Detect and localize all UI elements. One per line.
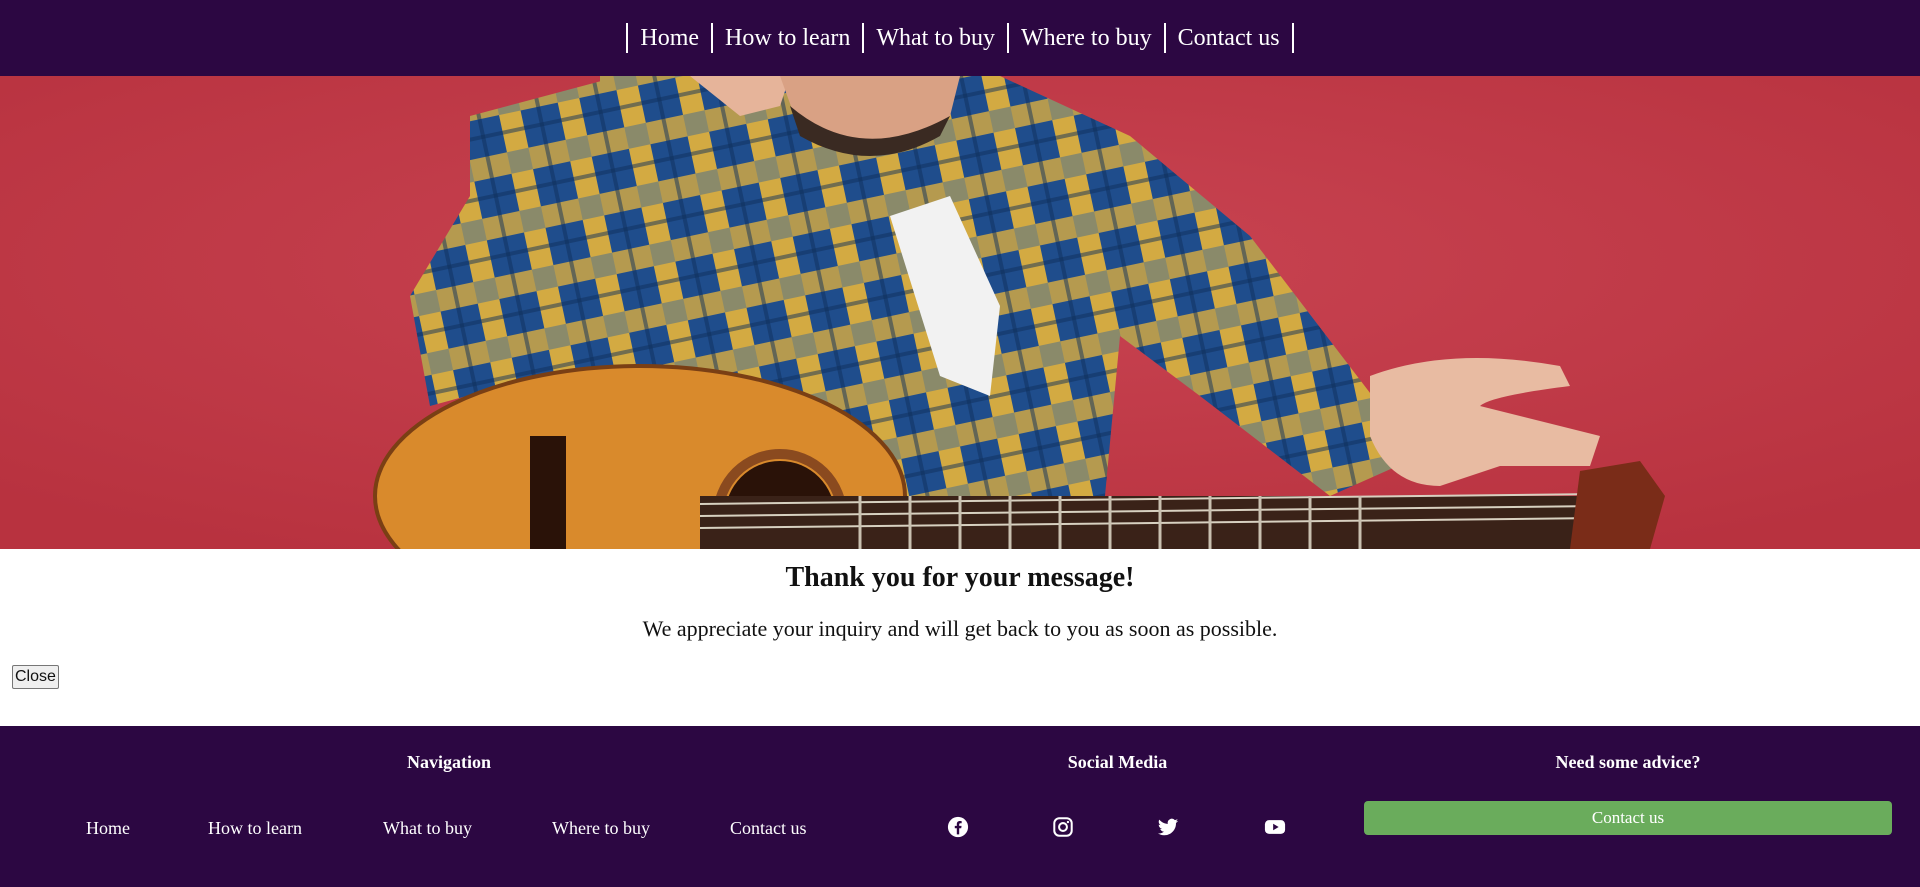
instagram-icon[interactable] bbox=[1052, 816, 1074, 838]
hero-image bbox=[0, 76, 1920, 549]
top-nav-link-where-to-buy[interactable]: Where to buy bbox=[1021, 25, 1152, 52]
top-nav-link-home[interactable]: Home bbox=[640, 25, 699, 52]
footer-navigation-title: Navigation bbox=[406, 752, 491, 772]
facebook-icon[interactable] bbox=[947, 816, 969, 838]
top-nav-link-what-to-buy[interactable]: What to buy bbox=[876, 25, 995, 52]
footer-social-title: Social Media bbox=[1067, 752, 1168, 772]
footer-advice-title: Need some advice? bbox=[1555, 752, 1701, 772]
youtube-icon[interactable] bbox=[1264, 816, 1286, 838]
top-nav-item-how-to-learn: How to learn bbox=[711, 23, 862, 53]
top-navigation: Home How to learn What to buy Where to b… bbox=[0, 0, 1920, 76]
top-nav-item-home: Home bbox=[626, 23, 711, 53]
social-icons bbox=[0, 816, 1364, 846]
thank-you-text: We appreciate your inquiry and will get … bbox=[642, 616, 1278, 641]
close-button[interactable]: Close bbox=[12, 665, 59, 689]
top-nav-link-contact-us[interactable]: Contact us bbox=[1178, 25, 1280, 52]
footer: Navigation Home How to learn What to buy… bbox=[0, 726, 1920, 887]
top-nav-item-contact-us: Contact us bbox=[1163, 23, 1294, 53]
top-nav-list: Home How to learn What to buy Where to b… bbox=[626, 23, 1294, 53]
twitter-icon[interactable] bbox=[1157, 816, 1179, 838]
contact-us-button[interactable]: Contact us bbox=[1364, 801, 1892, 835]
guitarist-illustration bbox=[0, 76, 1920, 549]
top-nav-item-where-to-buy: Where to buy bbox=[1006, 23, 1164, 53]
thank-you-heading: Thank you for your message! bbox=[785, 562, 1135, 593]
top-nav-link-how-to-learn[interactable]: How to learn bbox=[725, 25, 850, 52]
top-nav-item-what-to-buy: What to buy bbox=[862, 23, 1007, 53]
